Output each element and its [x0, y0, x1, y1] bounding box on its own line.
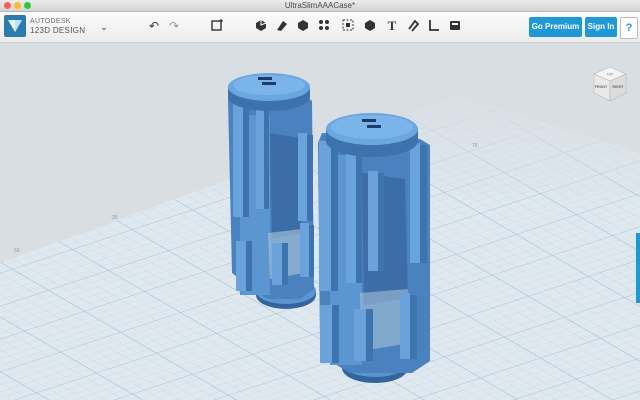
app-menu-button[interactable]	[4, 15, 26, 37]
brand-product: 123D DESIGN	[30, 26, 86, 35]
brand-company: AUTODESK	[30, 18, 71, 25]
view-cube-front-label: FRONT	[595, 85, 608, 89]
undo-icon[interactable]: ↶	[146, 18, 162, 34]
window-titlebar: UltraSlimAAACase*	[0, 0, 640, 12]
view-cube-right-label: RIGHT	[612, 85, 624, 89]
view-cube[interactable]: TOP FRONT RIGHT	[592, 65, 628, 110]
grid-label-75: 75	[472, 143, 478, 149]
grid-label-50: 50	[14, 248, 20, 254]
snap-icon[interactable]	[405, 18, 421, 34]
main-toolbar: AUTODESK 123D DESIGN ⌄ ↶ ↷ T Go Premium …	[0, 12, 640, 43]
group-icon[interactable]	[340, 18, 356, 34]
combine-icon[interactable]	[362, 18, 378, 34]
workplane-grid: 50 25 75	[0, 43, 640, 400]
pattern-icon[interactable]	[316, 18, 332, 34]
chevron-down-icon[interactable]: ⌄	[96, 19, 112, 35]
modify-icon[interactable]	[295, 18, 311, 34]
go-premium-button[interactable]: Go Premium	[529, 17, 582, 37]
battery-case-right-model[interactable]	[318, 113, 430, 383]
window-title: UltraSlimAAACase*	[284, 1, 356, 10]
app-brand: AUTODESK 123D DESIGN	[30, 17, 85, 35]
help-button[interactable]: ?	[620, 17, 638, 39]
measure-icon[interactable]	[426, 18, 442, 34]
3d-viewport[interactable]: 50 25 75 TOP FRONT RIGHT	[0, 43, 640, 400]
battery-case-left-model[interactable]	[228, 73, 316, 309]
sign-in-button[interactable]: Sign In	[585, 17, 617, 37]
primitives-icon[interactable]	[210, 18, 226, 34]
redo-icon[interactable]: ↷	[166, 18, 182, 34]
construct-icon[interactable]	[274, 18, 290, 34]
grid-label-25: 25	[112, 215, 118, 221]
view-cube-top-label: TOP	[607, 73, 615, 77]
material-icon[interactable]	[447, 18, 463, 34]
text-icon[interactable]: T	[384, 18, 400, 34]
app-logo-icon	[8, 20, 22, 32]
side-panel-toggle[interactable]	[636, 233, 640, 303]
sketch-icon[interactable]	[253, 18, 269, 34]
